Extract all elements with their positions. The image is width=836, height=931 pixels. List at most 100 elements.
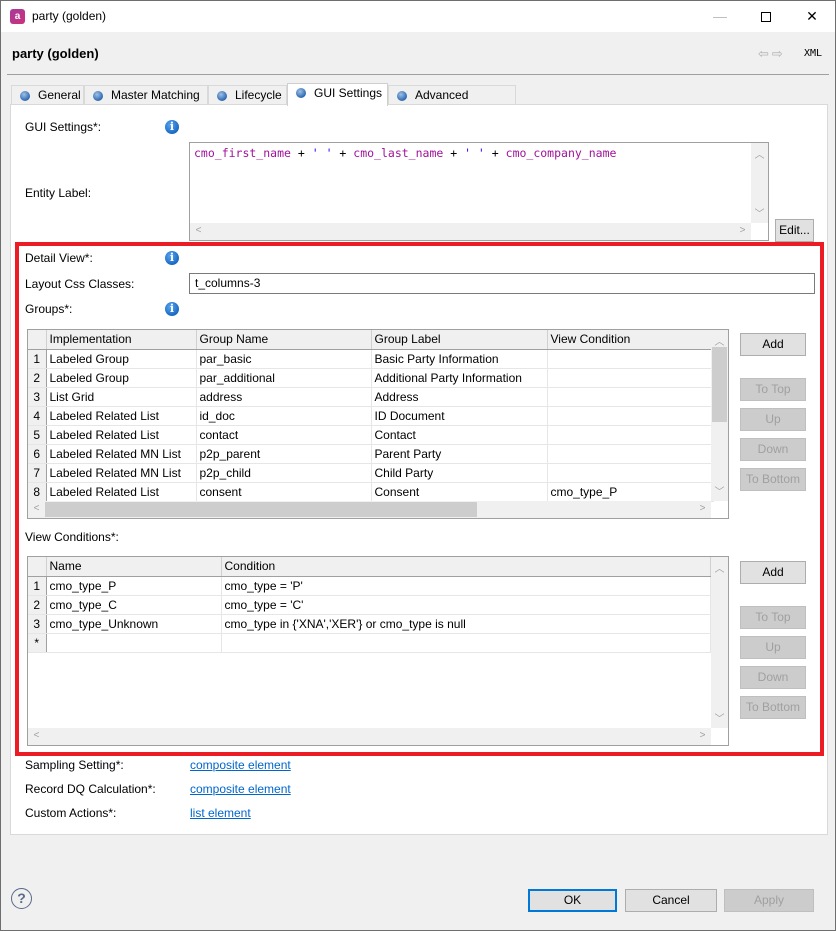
column-header-condition[interactable]: Condition (221, 557, 711, 577)
table-cell[interactable]: Labeled Group (46, 349, 197, 369)
view-conditions-down-button[interactable]: Down (740, 666, 806, 689)
back-arrow-icon[interactable]: ⇦ (758, 46, 772, 61)
groups-add-button[interactable]: Add (740, 333, 806, 356)
entity-label-expression-editor[interactable]: cmo_first_name + ' ' + cmo_last_name + '… (189, 142, 769, 241)
scroll-up-icon[interactable]: ︿ (711, 333, 728, 348)
groups-table[interactable]: Implementation Group Name Group Label Vi… (27, 329, 729, 519)
table-cell[interactable]: consent (196, 482, 372, 502)
groups-to-bottom-button[interactable]: To Bottom (740, 468, 806, 491)
table-cell[interactable]: Address (371, 387, 548, 407)
scroll-left-icon[interactable]: < (28, 503, 45, 514)
table-cell[interactable]: Labeled Related List (46, 425, 197, 445)
table-cell[interactable] (547, 444, 714, 464)
table-cell[interactable]: Child Party (371, 463, 548, 483)
table-cell[interactable]: p2p_parent (196, 444, 372, 464)
custom-actions-link[interactable]: list element (190, 806, 251, 820)
table-cell[interactable]: par_additional (196, 368, 372, 388)
table-cell[interactable]: par_basic (196, 349, 372, 369)
view-conditions-add-button[interactable]: Add (740, 561, 806, 584)
view-conditions-horizontal-scrollbar[interactable]: < > (28, 728, 711, 745)
scroll-down-icon[interactable]: ﹀ (711, 483, 728, 498)
ok-button[interactable]: OK (528, 889, 617, 912)
table-cell[interactable] (547, 463, 714, 483)
groups-table-row[interactable]: 1 Labeled Group par_basic Basic Party Infor… (28, 349, 714, 369)
gui-settings-info-icon[interactable]: i (165, 120, 179, 134)
tab-lifecycle[interactable]: Lifecycle (208, 85, 287, 105)
table-cell[interactable]: id_doc (196, 406, 372, 426)
groups-info-icon[interactable]: i (165, 302, 179, 316)
apply-button[interactable]: Apply (724, 889, 814, 912)
scroll-up-icon[interactable]: ︿ (751, 146, 768, 161)
table-cell[interactable]: cmo_type in {'XNA','XER'} or cmo_type is… (221, 614, 711, 634)
table-cell[interactable]: cmo_type_Unknown (46, 614, 222, 634)
scroll-left-icon[interactable]: < (28, 730, 45, 741)
table-cell[interactable]: Contact (371, 425, 548, 445)
table-cell[interactable]: Basic Party Information (371, 349, 548, 369)
scroll-thumb[interactable] (45, 502, 477, 517)
table-cell[interactable]: Labeled Related List (46, 482, 197, 502)
record-dq-calculation-link[interactable]: composite element (190, 782, 291, 796)
groups-table-row[interactable]: 7 Labeled Related MN List p2p_child Child P… (28, 463, 714, 483)
view-conditions-table-row[interactable]: 3 cmo_type_Unknown cmo_type in {'XNA','XER… (28, 614, 711, 634)
groups-table-row[interactable]: 6 Labeled Related MN List p2p_parent Parent… (28, 444, 714, 464)
scroll-right-icon[interactable]: > (694, 503, 711, 514)
groups-table-row[interactable]: 4 Labeled Related List id_doc ID Document (28, 406, 714, 426)
table-cell[interactable] (547, 368, 714, 388)
tab-master-matching[interactable]: Master Matching (84, 85, 208, 105)
tab-general[interactable]: General (11, 85, 84, 105)
table-cell[interactable]: cmo_type_C (46, 595, 222, 615)
view-conditions-to-bottom-button[interactable]: To Bottom (740, 696, 806, 719)
table-cell[interactable] (547, 425, 714, 445)
table-cell[interactable]: address (196, 387, 372, 407)
groups-table-row[interactable]: 2 Labeled Group par_additional Additional P… (28, 368, 714, 388)
table-cell[interactable]: Parent Party (371, 444, 548, 464)
xml-button[interactable]: XML (804, 48, 822, 59)
column-header-group-label[interactable]: Group Label (371, 330, 548, 350)
cancel-button[interactable]: Cancel (625, 889, 717, 912)
groups-table-row[interactable]: 8 Labeled Related List consent Consent cmo_t… (28, 482, 714, 502)
groups-up-button[interactable]: Up (740, 408, 806, 431)
table-cell[interactable]: contact (196, 425, 372, 445)
table-cell[interactable]: Labeled Related List (46, 406, 197, 426)
table-cell[interactable]: Labeled Group (46, 368, 197, 388)
column-header-group-name[interactable]: Group Name (196, 330, 372, 350)
groups-vertical-scrollbar[interactable]: ︿ ﹀ (711, 330, 728, 501)
close-button[interactable]: ✕ (789, 1, 835, 32)
groups-table-row[interactable]: 5 Labeled Related List contact Contact (28, 425, 714, 445)
view-conditions-table-row[interactable]: * (28, 633, 711, 653)
table-cell[interactable]: cmo_type = 'C' (221, 595, 711, 615)
expression-horizontal-scrollbar[interactable]: < > (190, 223, 751, 240)
groups-horizontal-scrollbar[interactable]: < > (28, 501, 711, 518)
forward-arrow-icon[interactable]: ⇨ (772, 46, 786, 61)
help-icon[interactable]: ? (11, 888, 32, 909)
table-cell[interactable]: cmo_type = 'P' (221, 576, 711, 596)
maximize-button[interactable] (743, 1, 789, 32)
table-cell[interactable]: List Grid (46, 387, 197, 407)
layout-css-classes-input[interactable]: t_columns-3 (189, 273, 815, 294)
table-cell[interactable] (46, 633, 222, 653)
table-cell[interactable]: p2p_child (196, 463, 372, 483)
table-cell[interactable]: Additional Party Information (371, 368, 548, 388)
table-cell[interactable]: ID Document (371, 406, 548, 426)
sampling-setting-link[interactable]: composite element (190, 758, 291, 772)
column-header-view-condition[interactable]: View Condition (547, 330, 714, 350)
tab-gui-settings[interactable]: GUI Settings (287, 83, 388, 106)
table-cell[interactable]: Labeled Related MN List (46, 444, 197, 464)
table-cell[interactable] (547, 387, 714, 407)
view-conditions-table-row[interactable]: 1 cmo_type_P cmo_type = 'P' (28, 576, 711, 596)
minimize-button[interactable]: — (697, 1, 743, 32)
groups-table-row[interactable]: 3 List Grid address Address (28, 387, 714, 407)
table-cell[interactable] (221, 633, 711, 653)
scroll-right-icon[interactable]: > (694, 730, 711, 741)
column-header-name[interactable]: Name (46, 557, 222, 577)
scroll-thumb[interactable] (712, 347, 727, 422)
table-cell[interactable]: cmo_type_P (547, 482, 714, 502)
view-conditions-up-button[interactable]: Up (740, 636, 806, 659)
scroll-up-icon[interactable]: ︿ (711, 560, 728, 575)
table-cell[interactable]: Labeled Related MN List (46, 463, 197, 483)
groups-to-top-button[interactable]: To Top (740, 378, 806, 401)
view-conditions-table-row[interactable]: 2 cmo_type_C cmo_type = 'C' (28, 595, 711, 615)
expression-vertical-scrollbar[interactable]: ︿ ﹀ (751, 143, 768, 223)
view-conditions-to-top-button[interactable]: To Top (740, 606, 806, 629)
table-cell[interactable] (547, 406, 714, 426)
